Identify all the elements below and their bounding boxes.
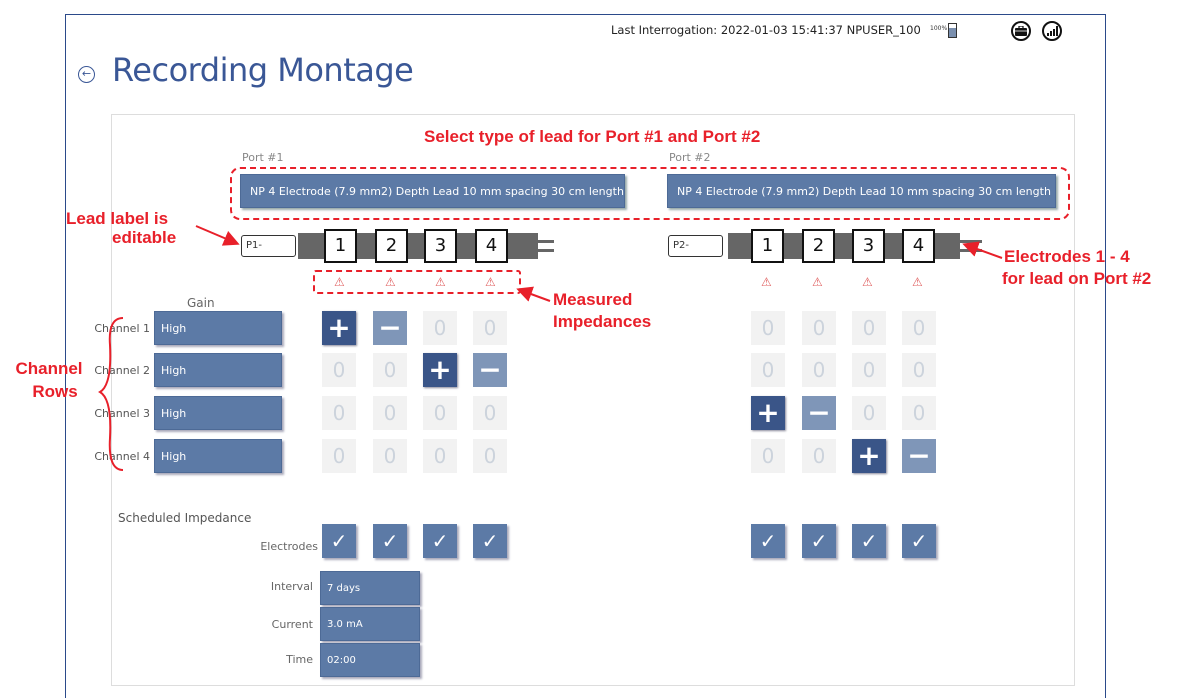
annotation-arrows	[98, 225, 1003, 471]
